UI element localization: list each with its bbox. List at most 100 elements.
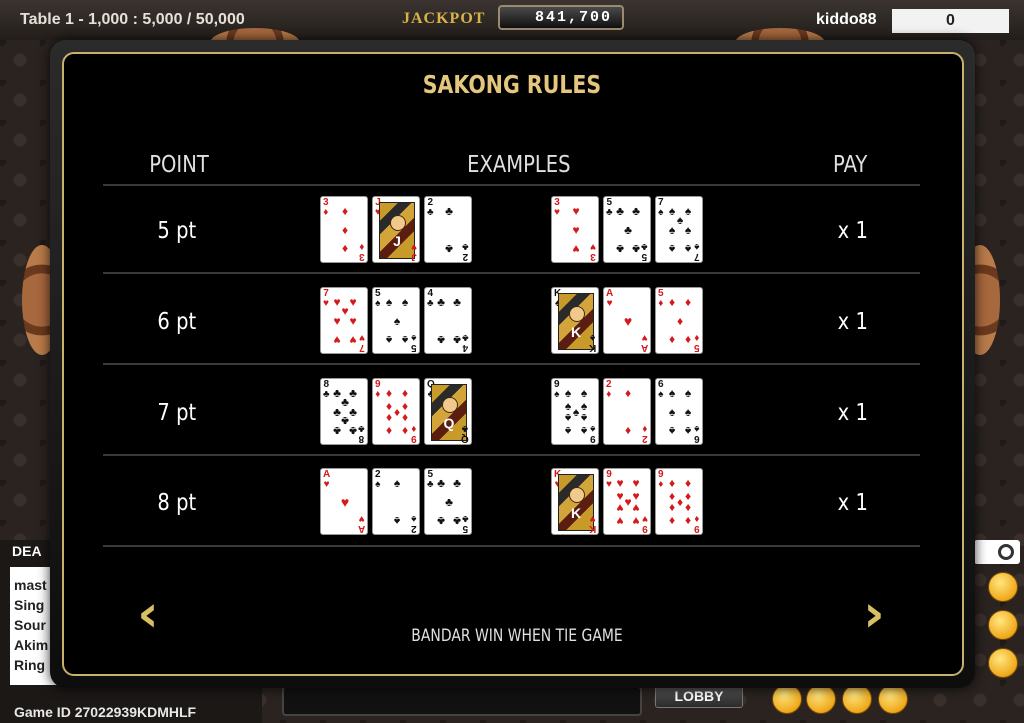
card-rank: 2 ♣ [462,241,469,262]
emoji-icon[interactable] [842,684,872,714]
heart-icon: ♥ [333,333,341,347]
card-pips: ♥ ♥ ♥ ♥ ♥ ♥ ♥ [329,294,361,349]
card-rank: 5 ♠ [375,288,381,309]
card-pips: ♠ ♠ [381,475,413,530]
spade-icon: ♠ [580,424,588,438]
playing-card: 2 ♠ ♠ ♠ 2 ♠ [372,468,420,535]
card-rank: K♥ [588,513,596,534]
card-rank: 7 ♠ [694,241,700,262]
search-icon[interactable] [998,544,1014,560]
card-pips: ♥ [329,475,361,530]
diamond-icon: ♦ [401,424,409,438]
card-pips: ♦ ♦ ♦ [329,203,361,258]
spade-icon: ♠ [385,295,393,309]
heart-icon: ♥ [623,313,633,329]
card-pips: ♠ ♠ ♠ ♠ ♠ ♠ ♠ [664,203,696,258]
card-rank: 9 ♥ [642,513,648,534]
face-card-letter: K [570,505,582,521]
club-icon: ♣ [437,514,445,528]
modal-title: SAKONG RULES [422,70,602,99]
playing-card: 9 ♥ ♥ ♥ ♥ ♥ ♥ ♥ ♥ ♥ ♥ 9 ♥ [603,468,651,535]
emoji-icon[interactable] [772,684,802,714]
spade-icon: ♠ [668,424,676,438]
card-rank: 6 ♠ [658,379,664,400]
diamond-icon: ♦ [684,501,692,515]
diamond-icon: ♦ [668,476,676,490]
username: kiddo88 [816,11,877,28]
card-pips: ♠ ♠ ♠ ♠ ♠ ♠ ♠ ♠ ♠ [560,385,592,440]
card-rank: A ♥ [640,332,648,353]
card-rank: 7 ♠ [658,197,664,218]
emoji-icon[interactable] [806,684,836,714]
face-card-art: J [379,202,415,259]
spade-icon: ♠ [564,411,572,425]
heart-icon: ♥ [616,476,624,490]
card-pips: ♦ ♦ [612,385,644,440]
spade-icon: ♠ [668,386,676,400]
card-rank: 9 ♦ [411,423,417,444]
diamond-icon: ♦ [668,295,676,309]
face-card-portrait [569,306,585,322]
card-pips: ♣ ♣ ♣ ♣ ♣ [612,203,644,258]
point-value: 5 pt [157,218,197,244]
emoji-icon[interactable] [988,572,1018,602]
card-rank: 5 ♠ [411,332,417,353]
card-pips: ♠ ♠ ♠ ♠ ♠ ♠ [664,385,696,440]
chat-input[interactable] [282,686,642,716]
diamond-icon: ♦ [684,476,692,490]
diamond-icon: ♦ [341,204,349,218]
club-icon: ♣ [445,495,453,509]
card-rank: 2 ♠ [375,469,381,490]
diamond-icon: ♦ [385,411,393,425]
card-pips: ♠ ♠ ♠ ♠ ♠ [381,294,413,349]
pay-value: x 1 [837,309,868,335]
playing-card: 9 ♠ ♠ ♠ ♠ ♠ ♠ ♠ ♠ ♠ ♠ 9 ♠ [551,378,599,445]
club-icon: ♣ [624,223,632,237]
card-pips: ♣ ♣ ♣ ♣ [433,294,465,349]
emoji-icon[interactable] [878,684,908,714]
card-rank: 8 ♣ [358,423,365,444]
playing-card: 6 ♠ ♠ ♠ ♠ ♠ ♠ ♠ 6 ♠ [655,378,703,445]
pay-value: x 1 [837,400,868,426]
diamond-icon: ♦ [401,411,409,425]
card-rank: 2 ♠ [411,513,417,534]
prev-page-button[interactable]: ‹ [128,588,168,640]
card-rank: 3 ♦ [323,197,329,218]
spade-icon: ♠ [684,223,692,237]
card-rank: 9 ♦ [375,379,381,400]
column-header-examples: EXAMPLES [467,152,571,178]
card-rank: 5 ♦ [694,332,700,353]
heart-icon: ♥ [632,514,640,528]
pay-value: x 1 [837,490,868,516]
spade-icon: ♠ [684,405,692,419]
playing-card: 9 ♦ ♦ ♦ ♦ ♦ ♦ ♦ ♦ ♦ ♦ 9 ♦ [372,378,420,445]
face-card-letter: K [570,324,582,340]
point-value: 8 pt [157,490,197,516]
playing-card: 3 ♦ ♦ ♦ ♦ 3 ♦ [320,196,368,263]
playing-card: J ♥ J J ♥ [372,196,420,263]
divider [103,272,920,274]
club-icon: ♣ [616,204,624,218]
card-pips: ♦ ♦ ♦ ♦ ♦ [664,294,696,349]
playing-card: A ♥ ♥ A ♥ [320,468,368,535]
divider [103,545,920,547]
chat-title: DEA [12,543,42,559]
face-card-portrait [390,215,406,231]
spade-icon: ♠ [684,242,692,256]
spade-icon: ♠ [668,223,676,237]
next-page-button[interactable]: › [854,588,894,640]
diamond-icon: ♦ [668,333,676,347]
emoji-icon[interactable] [988,648,1018,678]
heart-icon: ♥ [572,223,580,237]
card-rank: 5 ♦ [658,288,664,309]
playing-card: 2 ♣ ♣ ♣ 2 ♣ [424,196,472,263]
emoji-icon[interactable] [988,610,1018,640]
spade-icon: ♠ [385,333,393,347]
balance-display: 0 [892,9,1009,33]
heart-icon: ♥ [616,501,624,515]
card-rank: Q♣ [461,423,469,444]
playing-card: 3 ♥ ♥ ♥ ♥ 3 ♥ [551,196,599,263]
face-card-portrait [442,397,458,413]
card-rank: 4 ♣ [462,332,469,353]
card-pips: ♦ ♦ ♦ ♦ ♦ ♦ ♦ ♦ ♦ [664,475,696,530]
